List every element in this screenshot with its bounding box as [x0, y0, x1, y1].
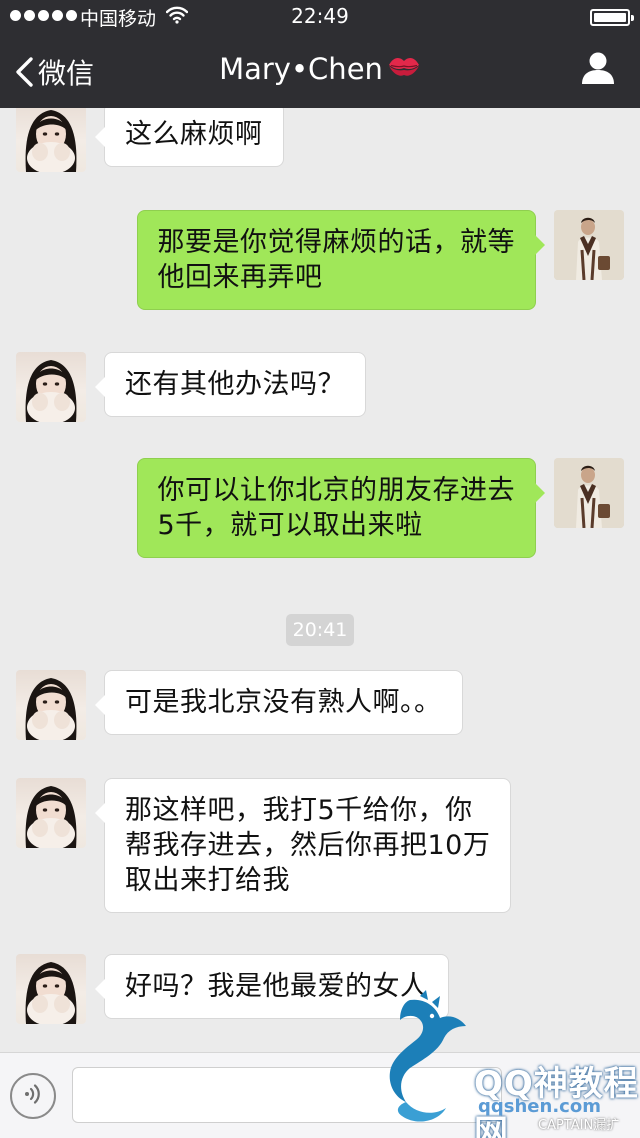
person-icon: [580, 52, 616, 90]
message-text: 还有其他办法吗？: [125, 369, 345, 400]
contact-avatar[interactable]: [16, 108, 86, 172]
message-bubble[interactable]: 你可以让你北京的朋友存进去 5千，就可以取出来啦: [136, 458, 545, 558]
message-text: 可是我北京没有熟人啊。。: [125, 687, 442, 718]
message-text: 帮我存进去，然后你再把10万: [125, 830, 491, 861]
message-text: 那要是你觉得麻烦的话，就等: [157, 227, 515, 258]
message-bubble[interactable]: 那要是你觉得麻烦的话，就等 他回来再弄吧: [136, 210, 545, 310]
input-bar: [0, 1052, 640, 1138]
my-avatar[interactable]: [554, 458, 624, 528]
message-text: 5千，就可以取出来啦: [157, 510, 423, 541]
timestamp-chip: 20:41: [286, 614, 354, 646]
contact-avatar[interactable]: [16, 670, 86, 740]
chat-title-text: Mary•Chen: [219, 52, 383, 86]
voice-button[interactable]: [10, 1073, 56, 1119]
contact-avatar[interactable]: [16, 778, 86, 848]
message-text: 他回来再弄吧: [157, 262, 323, 293]
message-list[interactable]: 这么麻烦啊 那要是你觉得麻烦的话，就等 他回来再弄吧 还有其他办法吗？ 你可以让…: [0, 108, 640, 1052]
status-time: 22:49: [291, 4, 349, 28]
message-bubble[interactable]: 那这样吧，我打5千给你，你 帮我存进去，然后你再把10万 取出来打给我: [94, 778, 512, 913]
message-input[interactable]: [72, 1067, 502, 1123]
message-text: 取出来打给我: [125, 865, 290, 896]
nav-bar: 微信 Mary•Chen: [0, 36, 640, 108]
message-bubble[interactable]: 好吗？我是他最爱的女人: [95, 954, 449, 1019]
message-bubble[interactable]: 这么麻烦啊: [95, 108, 284, 167]
top-bar: 中国移动 22:49 微信 Mary•Chen: [0, 0, 640, 108]
chat-title: Mary•Chen: [0, 52, 640, 86]
message-text: 这么麻烦啊: [125, 119, 263, 150]
battery-icon: [590, 9, 634, 26]
status-bar: 中国移动 22:49: [0, 0, 640, 34]
contact-avatar[interactable]: [16, 352, 86, 422]
message-bubble[interactable]: 还有其他办法吗？: [95, 352, 366, 417]
contact-avatar[interactable]: [16, 954, 86, 1024]
profile-button[interactable]: [580, 50, 620, 90]
message-text: 好吗？我是他最爱的女人: [125, 971, 428, 1002]
my-avatar[interactable]: [554, 210, 624, 280]
kiss-lips-icon: [387, 52, 421, 86]
message-text: 你可以让你北京的朋友存进去: [157, 475, 515, 506]
message-bubble[interactable]: 可是我北京没有熟人啊。。: [95, 670, 463, 735]
message-text: 那这样吧，我打5千给你，你: [125, 795, 473, 826]
voice-icon: [21, 1082, 45, 1110]
